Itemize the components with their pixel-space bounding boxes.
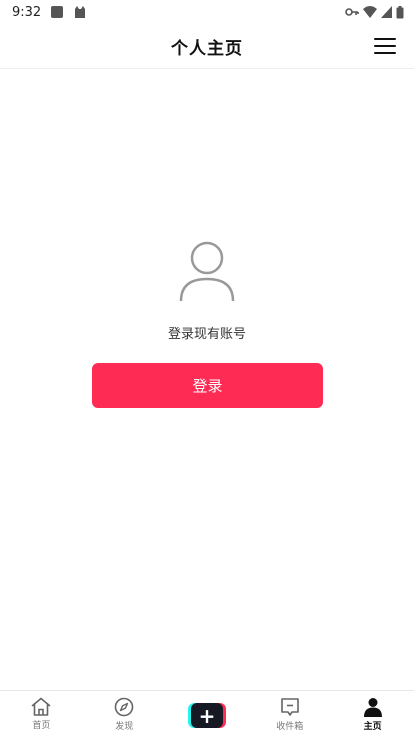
tab-label-inbox: 收件箱 xyxy=(276,722,304,732)
tab-bar: 首页 发现 + 收件箱 主页 xyxy=(0,690,414,737)
status-left: 9:32 xyxy=(12,5,87,20)
tab-home[interactable]: 首页 xyxy=(0,691,83,737)
battery-icon xyxy=(396,5,404,18)
signal-icon xyxy=(381,6,392,18)
wifi-icon xyxy=(363,6,377,18)
tab-label-profile: 主页 xyxy=(363,722,382,732)
status-right xyxy=(345,5,404,19)
avatar-placeholder-icon xyxy=(179,241,235,302)
notification-icon xyxy=(51,6,64,18)
plus-icon: + xyxy=(190,703,223,728)
tab-label-home: 首页 xyxy=(32,721,51,731)
page-title: 个人主页 xyxy=(171,39,243,59)
cat-icon xyxy=(75,6,86,18)
status-time: 9:32 xyxy=(12,4,42,20)
menu-icon[interactable] xyxy=(374,36,396,56)
tab-profile[interactable]: 主页 xyxy=(331,691,414,737)
inbox-icon xyxy=(280,698,299,716)
home-icon xyxy=(31,697,51,716)
login-prompt: 登录现有账号 xyxy=(167,327,246,342)
tab-discover[interactable]: 发现 xyxy=(83,691,166,737)
login-button[interactable]: 登录 xyxy=(92,363,323,408)
header: 个人主页 xyxy=(0,24,414,69)
tab-label-discover: 发现 xyxy=(115,722,134,732)
create-button[interactable]: + xyxy=(187,703,226,728)
key-icon xyxy=(345,8,359,16)
compass-icon xyxy=(114,697,134,717)
profile-icon xyxy=(363,698,382,717)
tab-create[interactable]: + xyxy=(166,691,249,737)
status-bar: 9:32 xyxy=(0,0,414,24)
tab-inbox[interactable]: 收件箱 xyxy=(248,691,331,737)
